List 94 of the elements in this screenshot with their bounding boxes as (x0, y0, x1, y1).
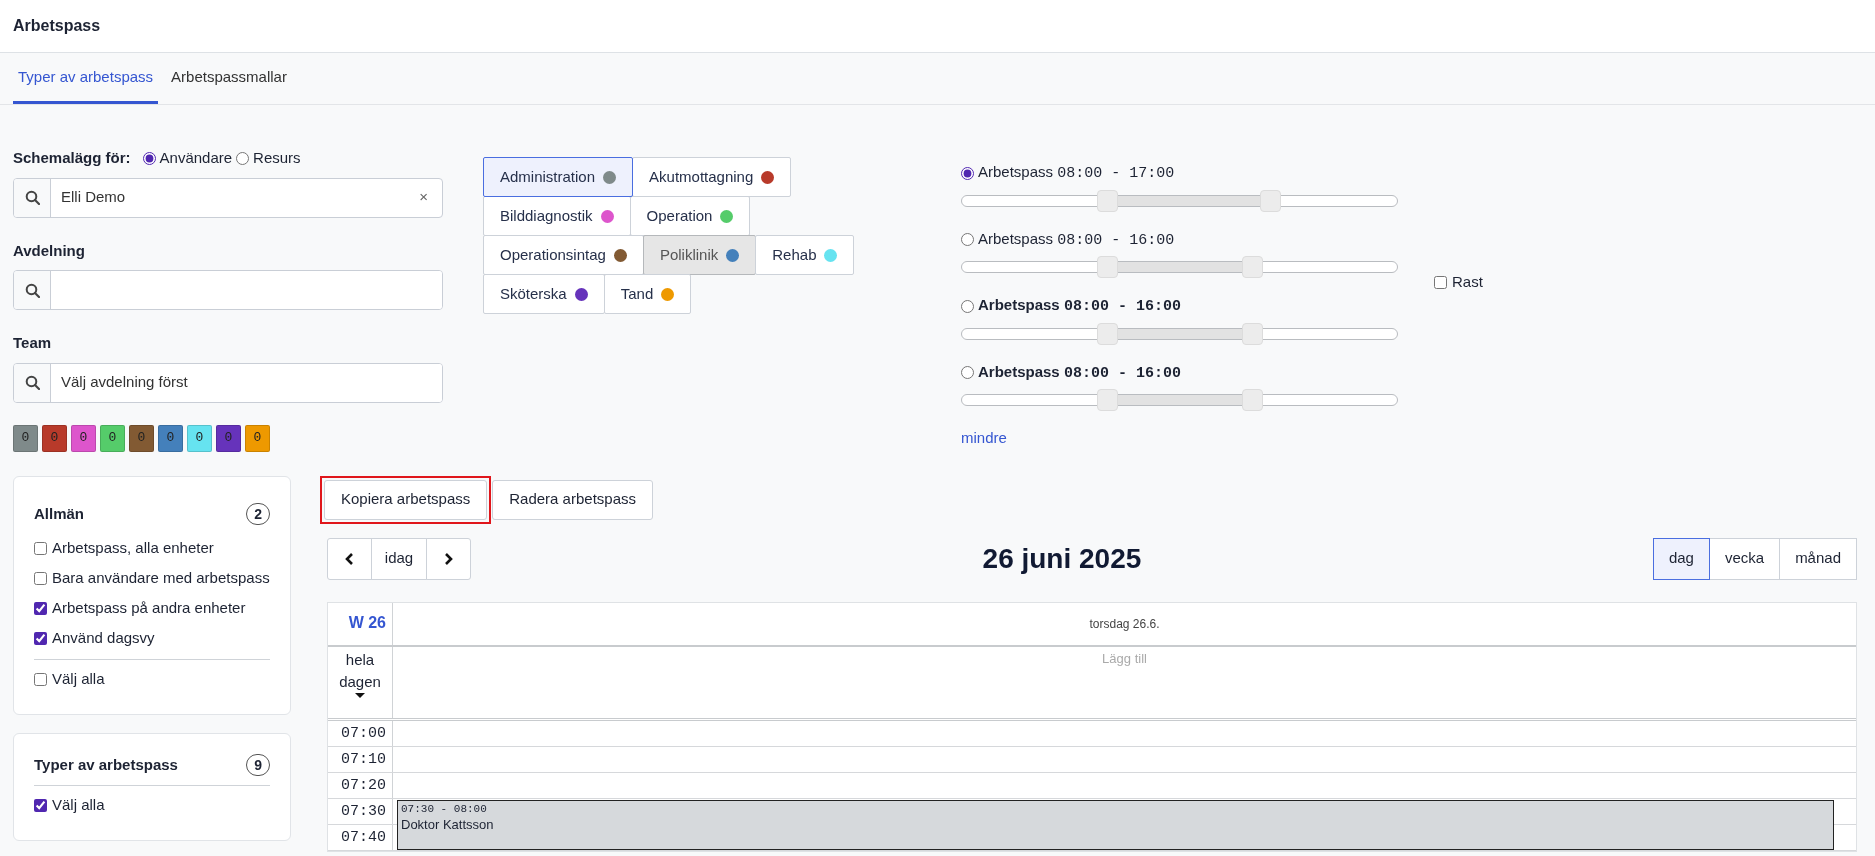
count-tag: 0 (71, 424, 96, 452)
radio-label: Användare (159, 148, 233, 168)
calendar-event[interactable]: 07:30 - 08:00 Doktor Kattsson (397, 799, 1834, 850)
radio-button[interactable] (236, 151, 250, 165)
range-slider[interactable] (961, 322, 1398, 345)
all-day-label: hela dagen (338, 649, 382, 692)
time-label: 07:40 (340, 827, 387, 848)
checkbox-label: Använd dagsvy (52, 628, 155, 648)
checkbox[interactable] (34, 602, 47, 615)
shift-type-button[interactable]: Operation (629, 196, 751, 236)
slider-thumb[interactable] (1242, 256, 1264, 278)
chevron-right-icon (443, 551, 454, 566)
action-button[interactable]: Radera arbetspass (492, 479, 653, 520)
next-button[interactable] (426, 537, 471, 580)
shift-type-button[interactable]: Operationsintag (483, 235, 644, 275)
shift-type-button[interactable]: Tand (603, 274, 692, 314)
slider-thumb[interactable] (1260, 189, 1282, 212)
field-label: Avdelning (13, 240, 86, 261)
time-label: 07:00 (340, 723, 387, 744)
clear-button[interactable]: × (405, 178, 442, 217)
checkbox[interactable] (34, 632, 47, 645)
previous-button[interactable] (327, 537, 372, 580)
shift-label: Arbetspass 08:00 - 17:00 (978, 162, 1175, 184)
shift-type-button[interactable]: Akutmottagning (632, 157, 792, 197)
count-tag: 0 (13, 424, 38, 452)
count-tag: 0 (158, 424, 183, 452)
checkbox[interactable] (1434, 275, 1447, 289)
search-field[interactable]: Elli Demo × (13, 177, 443, 218)
shift-type-button[interactable]: Rehab (755, 235, 855, 275)
slider-thumb[interactable] (1242, 389, 1264, 411)
panel-title: Allmän (34, 503, 84, 524)
slider-thumb[interactable] (1096, 189, 1118, 212)
view-button[interactable]: dag (1652, 537, 1710, 580)
range-slider[interactable] (961, 189, 1398, 212)
count-tag: 0 (42, 424, 67, 452)
day-header: torsdag 26.6. (1088, 615, 1161, 633)
checkbox-label: Välj alla (52, 794, 105, 815)
search-icon (24, 282, 40, 298)
count-tag: 0 (129, 424, 154, 452)
checkbox-label: Arbetspass på andra enheter (52, 598, 246, 618)
count-tag: 0 (100, 424, 125, 452)
search-icon (24, 190, 40, 205)
event-title: Doktor Kattsson (401, 815, 495, 834)
radio-label: Resurs (253, 148, 301, 168)
slider-thumb[interactable] (1096, 256, 1118, 278)
view-button[interactable]: månad (1779, 537, 1857, 580)
checkbox[interactable] (34, 542, 47, 555)
today-button[interactable]: idag (371, 537, 427, 580)
shift-type-button[interactable]: Poliklinik (642, 235, 757, 275)
checkbox-label: Välj alla (52, 669, 105, 689)
calendar-title: 26 juni 2025 (981, 541, 1143, 576)
panel-title: Typer av arbetspass (34, 755, 178, 775)
checkbox-label: Rast (1452, 272, 1483, 292)
range-slider[interactable] (961, 256, 1398, 278)
time-label: 07:30 (340, 801, 387, 822)
count-tag: 0 (245, 424, 270, 452)
caret-down-icon (355, 692, 365, 698)
checkbox[interactable] (34, 798, 47, 812)
checkbox-label: Bara användare med arbetspass (52, 568, 270, 588)
radio-button[interactable] (142, 151, 156, 165)
radio-button[interactable] (961, 299, 974, 313)
field-label: Team (13, 333, 53, 353)
shift-type-button[interactable]: Bilddiagnostik (483, 196, 631, 236)
action-button[interactable]: Kopiera arbetspass (324, 479, 488, 520)
tab[interactable]: Typer av arbetspass (13, 53, 159, 104)
checkbox[interactable] (34, 673, 47, 686)
view-button[interactable]: vecka (1708, 537, 1781, 580)
add-hint: Lägg till (1101, 649, 1148, 668)
search-icon (24, 375, 40, 390)
chevron-left-icon (344, 551, 355, 566)
radio-button[interactable] (961, 233, 974, 247)
shift-type-button[interactable]: Administration (483, 157, 634, 197)
slider-thumb[interactable] (1242, 322, 1264, 345)
slider-thumb[interactable] (1096, 389, 1118, 411)
tab[interactable]: Arbetspassmallar (166, 53, 292, 104)
checkbox-label: Arbetspass, alla enheter (52, 538, 214, 558)
week-number: W 26 (347, 612, 387, 633)
radio-button[interactable] (961, 166, 974, 180)
shift-type-button[interactable]: Sköterska (483, 274, 605, 314)
field-label: Schemalägg för: (13, 148, 131, 168)
time-label: 07:20 (340, 775, 387, 796)
count-tag: 0 (216, 424, 241, 452)
checkbox[interactable] (34, 572, 47, 585)
radio-button[interactable] (961, 366, 974, 380)
event-time: 07:30 - 08:00 (401, 801, 488, 816)
count-tag: 0 (187, 424, 212, 452)
shift-label: Arbetspass 08:00 - 16:00 (978, 228, 1175, 251)
page-title: Arbetspass (13, 16, 101, 36)
shift-label: Arbetspass 08:00 - 16:00 (978, 295, 1181, 317)
slider-thumb[interactable] (1096, 322, 1118, 345)
range-slider[interactable] (961, 389, 1398, 411)
time-label: 07:10 (340, 749, 387, 770)
shift-label: Arbetspass 08:00 - 16:00 (978, 361, 1181, 384)
less-link[interactable]: mindre (961, 427, 1007, 450)
